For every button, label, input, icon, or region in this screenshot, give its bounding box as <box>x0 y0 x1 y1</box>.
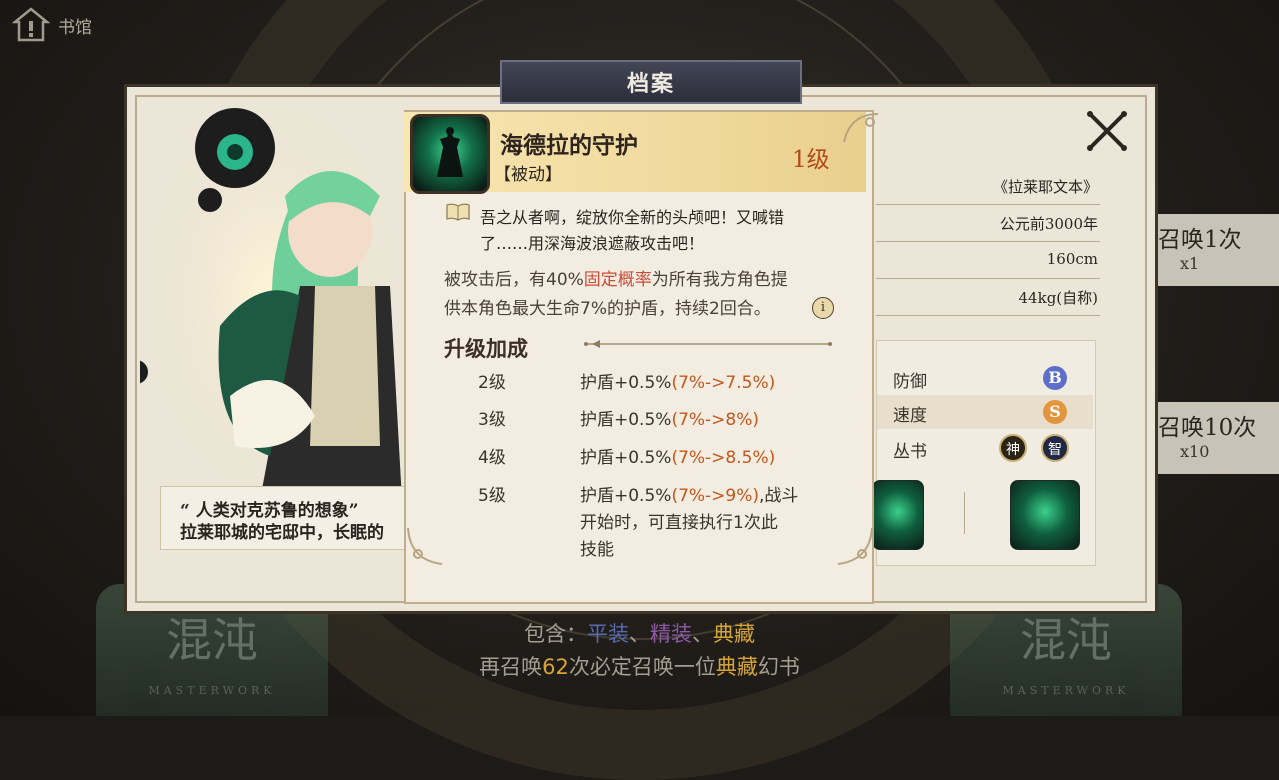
skill-name: 海德拉的守护 <box>500 132 638 159</box>
upgrade-bonus-5: 护盾+0.5%(7%->9%),战斗 <box>580 481 798 506</box>
upgrade-level-3: 3级 <box>478 410 506 430</box>
profile-row: 公元前3000年 <box>876 205 1100 242</box>
series-tag-god[interactable]: 神 <box>999 434 1027 462</box>
corner-ornament-bottom-right <box>837 527 873 565</box>
upgrade-bonus-5-line-2: 开始时，可直接执行1次此 <box>580 513 778 533</box>
desc-highlight[interactable]: 固定概率 <box>584 270 652 290</box>
summon-once-cost: x1 <box>1180 254 1200 273</box>
stat-defense: 防御 B <box>877 361 1093 395</box>
desc-part-b: 为所有我方角色提 <box>651 270 788 290</box>
skill-flavor-line-1: 吾之从者啊，绽放你全新的头颅吧！又喊错 <box>480 208 785 227</box>
speed-label: 速度 <box>893 406 927 426</box>
summon-ten-label: 召唤10次 <box>1158 415 1257 441</box>
pity-count: 62 <box>542 655 569 679</box>
masterwork-text-left: MASTERWORK <box>148 684 276 697</box>
skill-thumbnail-2[interactable] <box>1010 480 1080 550</box>
upgrade-title: 升级加成 <box>444 336 528 361</box>
upgrade-level-4: 4级 <box>478 448 506 468</box>
pity-middle: 次必定召唤一位 <box>568 655 716 679</box>
pity-info: 再召唤62次必定召唤一位典藏幻书 <box>0 651 1279 681</box>
skill-thumbnail-1[interactable] <box>872 480 924 550</box>
upgrade-level-5: 5级 <box>478 486 506 506</box>
bonus-delta: (7%->8%) <box>671 410 760 430</box>
panel-title: 档案 <box>626 71 675 97</box>
upgrade-bonus-3: 护盾+0.5%(7%->8%) <box>580 405 759 430</box>
pity-suffix: 幻书 <box>757 655 800 679</box>
contains-sep-1: 、 <box>629 622 650 646</box>
skill-level: 1级 <box>792 147 830 173</box>
corner-ornament-top-right <box>843 113 879 143</box>
skill-icon <box>410 114 490 194</box>
bonus-base: 护盾+0.5% <box>580 410 672 430</box>
profile-weight: 44kg(自称) <box>1018 289 1098 307</box>
upgrade-bonus-2: 护盾+0.5%(7%->7.5%) <box>580 368 775 393</box>
series-tag-wisdom[interactable]: 智 <box>1041 434 1069 462</box>
character-portrait <box>140 96 402 500</box>
profile-era: 公元前3000年 <box>999 215 1098 233</box>
summon-ten-cost: x10 <box>1180 442 1210 461</box>
home-icon[interactable] <box>12 6 50 44</box>
close-icon[interactable] <box>1084 108 1130 154</box>
skill-flavor-line-2: 了……用深海波浪遮蔽攻击吧！ <box>480 234 705 253</box>
profile-source: 《拉莱耶文本》 <box>992 178 1098 196</box>
info-icon[interactable]: i <box>812 297 834 319</box>
bonus-extra: ,战斗 <box>759 486 799 506</box>
paperback-label: 平装 <box>587 622 629 646</box>
defense-grade: B <box>1043 366 1067 390</box>
bonus-base: 护盾+0.5% <box>580 448 672 468</box>
profile-row: 44kg(自称) <box>876 279 1100 316</box>
skill-desc-line-2: 供本角色最大生命7%的护盾，持续2回合。 <box>444 299 771 319</box>
quote-line-2: 拉莱耶城的宅邸中，长眠的 <box>180 523 384 543</box>
profile-row: 160cm <box>876 242 1100 279</box>
skill-type: 【被动】 <box>494 165 562 185</box>
book-icon <box>446 203 470 221</box>
corner-ornament-bottom-left <box>407 527 443 565</box>
stat-speed: 速度 S <box>877 395 1093 429</box>
upgrade-divider <box>584 340 832 348</box>
upgrade-level-2: 2级 <box>478 373 506 393</box>
desc-part-a: 被攻击后，有40% <box>444 270 584 290</box>
pity-prefix: 再召唤 <box>479 655 543 679</box>
bonus-delta: (7%->8.5%) <box>671 448 776 468</box>
pity-highlight: 典藏 <box>715 655 758 679</box>
hydra-figure-icon <box>437 127 463 177</box>
bonus-delta: (7%->9%) <box>671 486 760 506</box>
summon-once-label: 召唤1次 <box>1158 227 1242 253</box>
bonus-base: 护盾+0.5% <box>580 373 672 393</box>
profile-height: 160cm <box>1046 250 1098 268</box>
upgrade-bonus-4: 护盾+0.5%(7%->8.5%) <box>580 443 775 468</box>
summon-once-button[interactable]: 召唤1次 x1 <box>1150 214 1279 286</box>
upgrade-bonus-5-line-3: 技能 <box>580 540 614 560</box>
library-label[interactable]: 书馆 <box>58 13 92 38</box>
bonus-delta: (7%->7.5%) <box>671 373 776 393</box>
contains-info: 包含：平装、精装、典藏 <box>0 618 1279 648</box>
stat-series: 丛书 神 智 <box>877 431 1093 465</box>
skill-divider <box>964 492 965 534</box>
skill-desc-line-1: 被攻击后，有40%固定概率为所有我方角色提 <box>444 265 788 290</box>
collection-label: 典藏 <box>713 622 755 646</box>
series-label: 丛书 <box>893 442 927 462</box>
summon-ten-button[interactable]: 召唤10次 x10 <box>1150 402 1279 474</box>
hardcover-label: 精装 <box>650 622 692 646</box>
speed-grade: S <box>1043 400 1067 424</box>
topbar: 书馆 <box>12 6 92 44</box>
contains-prefix: 包含： <box>524 622 587 646</box>
bonus-base: 护盾+0.5% <box>580 486 672 506</box>
masterwork-text-right: MASTERWORK <box>1002 684 1130 697</box>
profile-row: 《拉莱耶文本》 <box>876 168 1100 205</box>
defense-label: 防御 <box>893 372 927 392</box>
contains-sep-2: 、 <box>692 622 713 646</box>
profile-rows: 《拉莱耶文本》 公元前3000年 160cm 44kg(自称) <box>876 168 1100 316</box>
